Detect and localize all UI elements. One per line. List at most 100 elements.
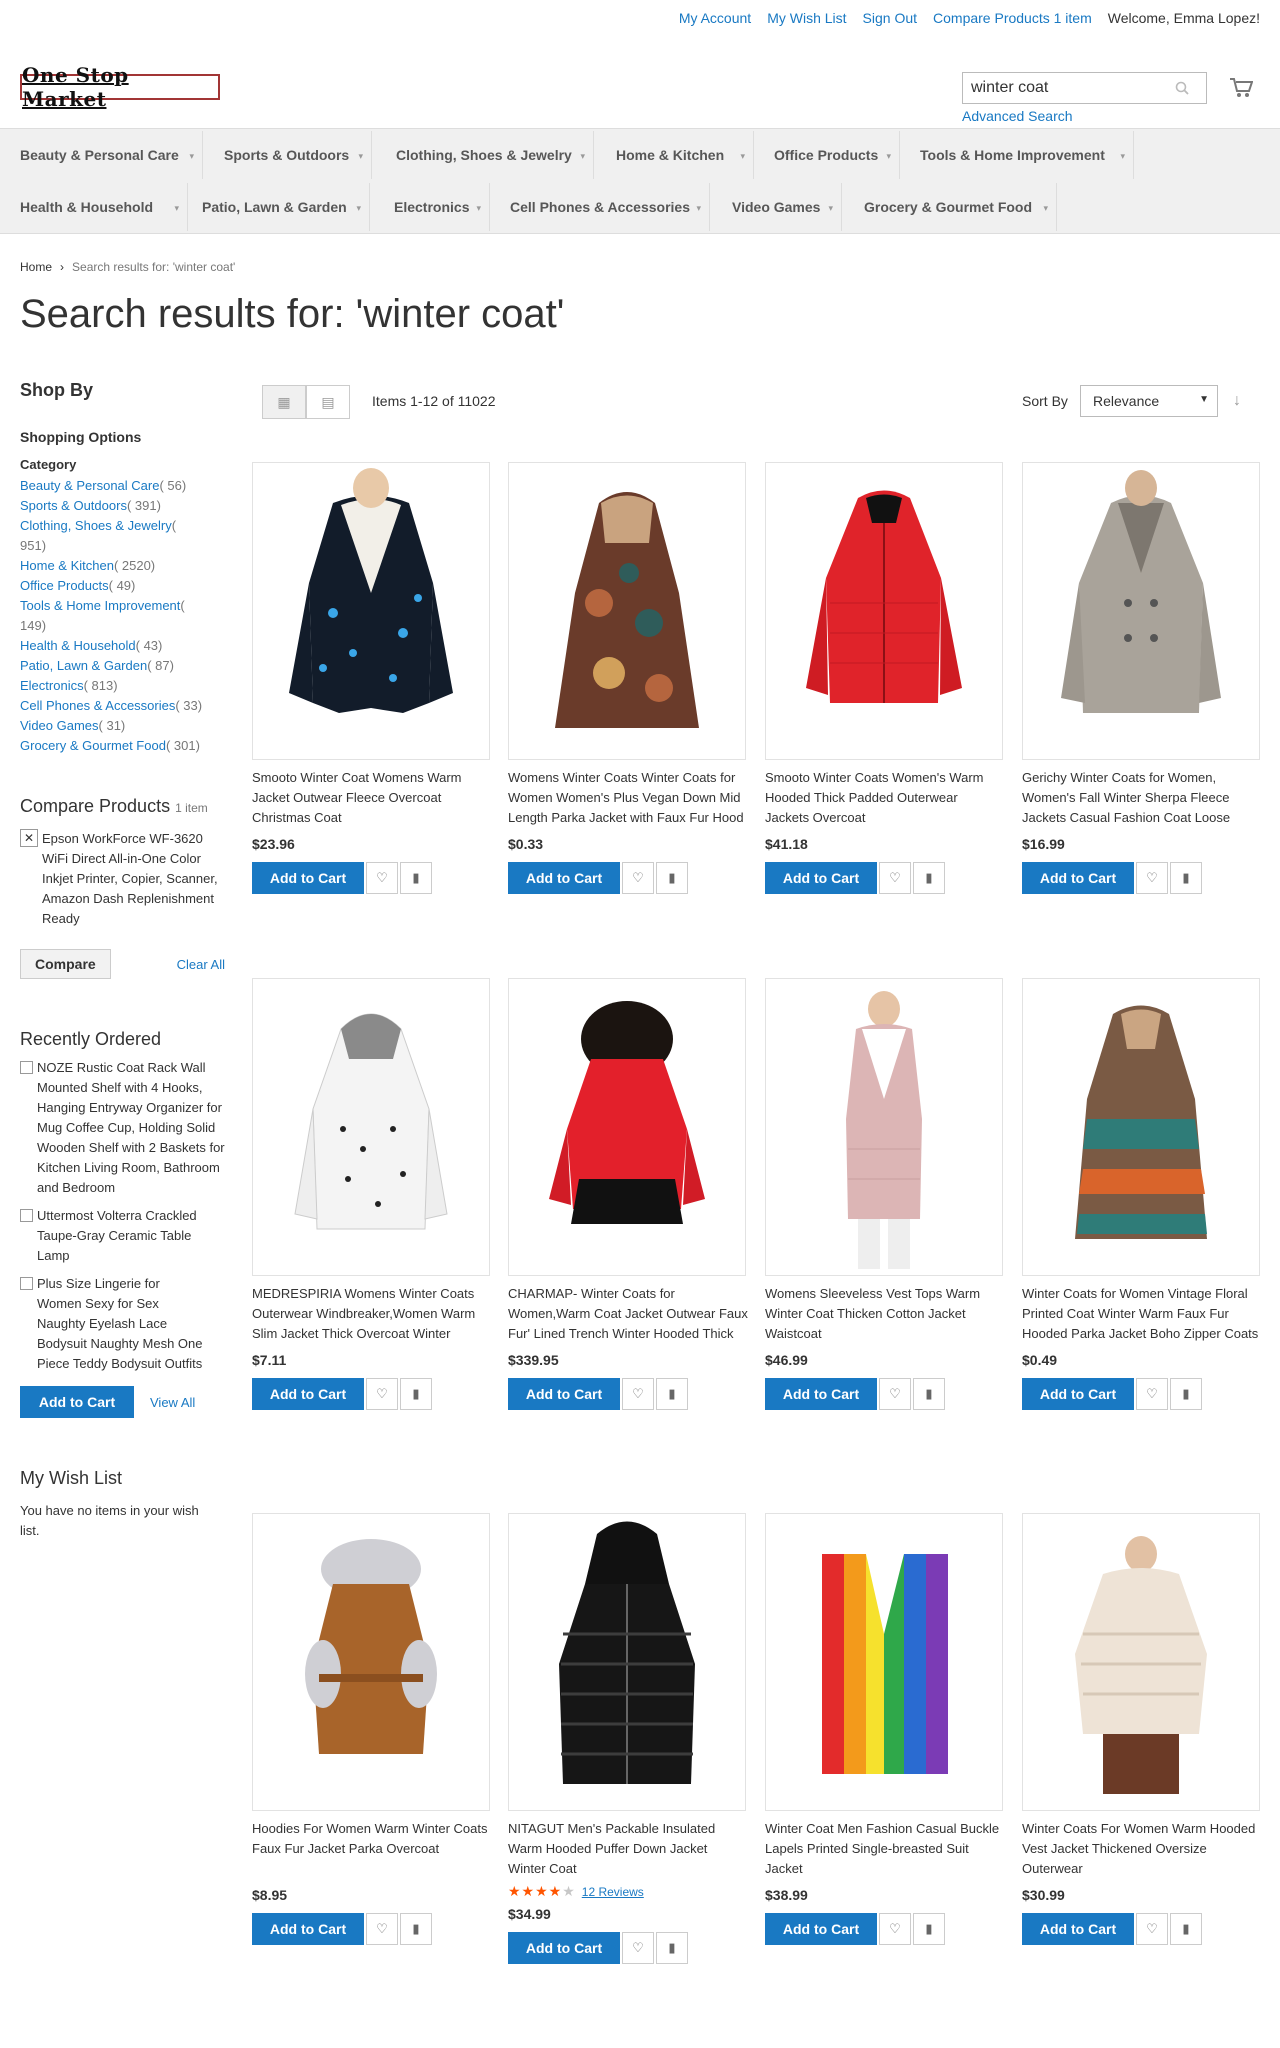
product-name[interactable]: CHARMAP- Winter Coats for Women,Warm Coa… (508, 1284, 748, 1346)
product-image[interactable] (252, 462, 490, 760)
add-to-cart-button[interactable]: Add to Cart (252, 862, 364, 894)
recent-item-name[interactable]: Plus Size Lingerie for Women Sexy for Se… (37, 1274, 207, 1374)
product-name[interactable]: Gerichy Winter Coats for Women, Women's … (1022, 768, 1262, 830)
compare-button[interactable]: Compare (20, 949, 111, 979)
add-to-wishlist-button[interactable]: ♡ (366, 862, 398, 894)
add-to-wishlist-button[interactable]: ♡ (366, 1913, 398, 1945)
add-to-compare-button[interactable]: ▮ (656, 1378, 688, 1410)
product-image[interactable] (508, 978, 746, 1276)
product-image[interactable] (1022, 978, 1260, 1276)
add-to-wishlist-button[interactable]: ♡ (622, 1932, 654, 1964)
category-filter-item[interactable]: Cell Phones & Accessories( 33) (20, 696, 205, 716)
product-name[interactable]: Smooto Winter Coats Women's Warm Hooded … (765, 768, 1005, 830)
add-to-cart-button[interactable]: Add to Cart (1022, 1913, 1134, 1945)
add-to-wishlist-button[interactable]: ♡ (1136, 1913, 1168, 1945)
product-name[interactable]: Hoodies For Women Warm Winter Coats Faux… (252, 1819, 492, 1881)
product-image[interactable] (252, 978, 490, 1276)
add-to-cart-button[interactable]: Add to Cart (765, 1378, 877, 1410)
recent-add-to-cart-button[interactable]: Add to Cart (20, 1386, 134, 1418)
category-filter-item[interactable]: Video Games( 31) (20, 716, 205, 736)
product-image[interactable] (1022, 1513, 1260, 1811)
clear-all-link[interactable]: Clear All (177, 957, 225, 972)
add-to-cart-button[interactable]: Add to Cart (765, 1913, 877, 1945)
view-all-link[interactable]: View All (150, 1395, 195, 1410)
nav-item-health[interactable]: Health & Household ▾ (8, 183, 188, 231)
add-to-wishlist-button[interactable]: ♡ (622, 862, 654, 894)
category-filter-item[interactable]: Home & Kitchen( 2520) (20, 556, 205, 576)
product-name[interactable]: Smooto Winter Coat Womens Warm Jacket Ou… (252, 768, 492, 830)
product-name[interactable]: Winter Coats For Women Warm Hooded Vest … (1022, 1819, 1262, 1881)
nav-item-video-games[interactable]: Video Games ▾ (720, 183, 842, 231)
category-filter-item[interactable]: Sports & Outdoors( 391) (20, 496, 205, 516)
nav-item-office[interactable]: Office Products ▾ (762, 131, 900, 179)
add-to-compare-button[interactable]: ▮ (913, 1913, 945, 1945)
add-to-compare-button[interactable]: ▮ (400, 1913, 432, 1945)
product-image[interactable] (765, 978, 1003, 1276)
add-to-compare-button[interactable]: ▮ (913, 1378, 945, 1410)
search-button[interactable] (1168, 74, 1196, 102)
compare-products-link[interactable]: Compare Products 1 item (933, 10, 1092, 26)
add-to-cart-button[interactable]: Add to Cart (252, 1913, 364, 1945)
list-view-button[interactable]: ▤ (306, 385, 350, 419)
add-to-compare-button[interactable]: ▮ (913, 862, 945, 894)
product-name[interactable]: NITAGUT Men's Packable Insulated Warm Ho… (508, 1819, 748, 1881)
add-to-compare-button[interactable]: ▮ (656, 1932, 688, 1964)
nav-item-cell-phones[interactable]: Cell Phones & Accessories ▾ (498, 183, 710, 231)
nav-item-sports[interactable]: Sports & Outdoors ▾ (212, 131, 372, 179)
compare-item-name[interactable]: Epson WorkForce WF-3620 WiFi Direct All-… (42, 829, 227, 929)
product-image[interactable] (765, 462, 1003, 760)
add-to-compare-button[interactable]: ▮ (1170, 1913, 1202, 1945)
product-image[interactable] (508, 1513, 746, 1811)
nav-item-electronics[interactable]: Electronics ▾ (382, 183, 490, 231)
category-filter-item[interactable]: Health & Household( 43) (20, 636, 205, 656)
add-to-wishlist-button[interactable]: ♡ (879, 1913, 911, 1945)
category-filter-item[interactable]: Office Products( 49) (20, 576, 205, 596)
add-to-compare-button[interactable]: ▮ (656, 862, 688, 894)
nav-item-patio[interactable]: Patio, Lawn & Garden ▾ (190, 183, 370, 231)
add-to-wishlist-button[interactable]: ♡ (879, 862, 911, 894)
my-account-link[interactable]: My Account (679, 10, 751, 26)
search-input[interactable] (963, 79, 1168, 97)
product-image[interactable] (252, 1513, 490, 1811)
nav-item-grocery[interactable]: Grocery & Gourmet Food ▾ (852, 183, 1057, 231)
add-to-cart-button[interactable]: Add to Cart (1022, 862, 1134, 894)
nav-item-home-kitchen[interactable]: Home & Kitchen ▾ (604, 131, 754, 179)
add-to-wishlist-button[interactable]: ♡ (1136, 1378, 1168, 1410)
add-to-compare-button[interactable]: ▮ (400, 862, 432, 894)
product-name[interactable]: Winter Coat Men Fashion Casual Buckle La… (765, 1819, 1005, 1881)
nav-item-tools[interactable]: Tools & Home Improvement ▾ (908, 131, 1134, 179)
category-filter-item[interactable]: Beauty & Personal Care( 56) (20, 476, 205, 496)
add-to-cart-button[interactable]: Add to Cart (252, 1378, 364, 1410)
product-image[interactable] (508, 462, 746, 760)
reviews-link[interactable]: 12 Reviews (582, 1885, 644, 1899)
add-to-wishlist-button[interactable]: ♡ (1136, 862, 1168, 894)
product-name[interactable]: Womens Sleeveless Vest Tops Warm Winter … (765, 1284, 1005, 1346)
category-filter-item[interactable]: Patio, Lawn & Garden( 87) (20, 656, 205, 676)
advanced-search-link[interactable]: Advanced Search (962, 108, 1073, 124)
add-to-cart-button[interactable]: Add to Cart (1022, 1378, 1134, 1410)
category-filter-item[interactable]: Clothing, Shoes & Jewelry( 951) (20, 516, 205, 556)
add-to-cart-button[interactable]: Add to Cart (765, 862, 877, 894)
recent-item-checkbox[interactable] (20, 1277, 33, 1290)
add-to-wishlist-button[interactable]: ♡ (622, 1378, 654, 1410)
grid-view-button[interactable]: ▦ (262, 385, 306, 419)
store-logo[interactable]: One Stop Market (20, 63, 220, 111)
breadcrumb-home[interactable]: Home (20, 260, 52, 274)
remove-compare-item-button[interactable]: ✕ (20, 829, 38, 847)
category-filter-item[interactable]: Electronics( 813) (20, 676, 205, 696)
add-to-compare-button[interactable]: ▮ (400, 1378, 432, 1410)
add-to-compare-button[interactable]: ▮ (1170, 862, 1202, 894)
product-image[interactable] (765, 1513, 1003, 1811)
minicart-button[interactable] (1224, 72, 1258, 104)
add-to-cart-button[interactable]: Add to Cart (508, 1932, 620, 1964)
sort-select[interactable]: Relevance ▼ (1080, 385, 1218, 417)
recent-item-name[interactable]: Uttermost Volterra Crackled Taupe-Gray C… (37, 1206, 225, 1266)
nav-item-beauty[interactable]: Beauty & Personal Care ▾ (8, 131, 203, 179)
product-name[interactable]: MEDRESPIRIA Womens Winter Coats Outerwea… (252, 1284, 492, 1346)
product-name[interactable]: Winter Coats for Women Vintage Floral Pr… (1022, 1284, 1262, 1346)
product-name[interactable]: Womens Winter Coats Winter Coats for Wom… (508, 768, 748, 830)
recent-item-checkbox[interactable] (20, 1209, 33, 1222)
sign-out-link[interactable]: Sign Out (863, 10, 917, 26)
sort-direction-button[interactable]: ↓ (1224, 385, 1250, 417)
product-image[interactable] (1022, 462, 1260, 760)
